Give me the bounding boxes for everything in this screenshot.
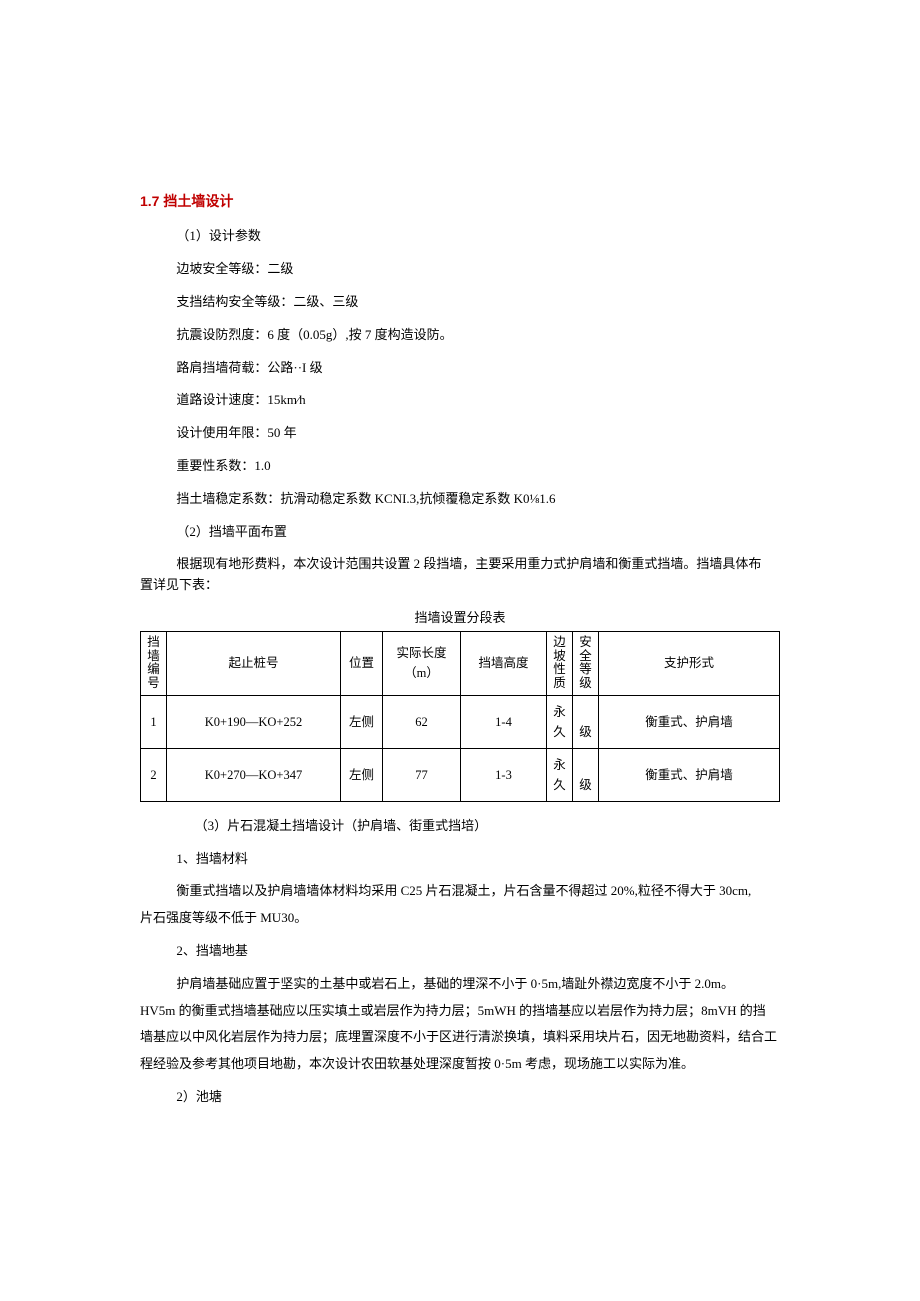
cell-pile: K0+270—KO+347 xyxy=(167,748,341,801)
th-height: 挡墙高度 xyxy=(461,631,547,695)
param-line: 设计使用年限：50 年 xyxy=(140,423,780,444)
param-line: 重要性系数：1.0 xyxy=(140,456,780,477)
foundation-b: HV5m 的衡重式挡墙基础应以压实填土或岩层作为持力层；5mWH 的挡墙基应以岩… xyxy=(140,1001,780,1022)
cell-pile: K0+190—KO+252 xyxy=(167,695,341,748)
section-title-text: 挡土墙设计 xyxy=(163,193,233,209)
param-line: 边坡安全等级：二级 xyxy=(140,259,780,280)
params-heading: （1）设计参数 xyxy=(140,226,780,247)
section-number: 1.7 xyxy=(140,193,159,209)
cell-num: 2 xyxy=(141,748,167,801)
table-row: 1 K0+190—KO+252 左侧 62 1-4 永久 级 衡重式、护肩墙 xyxy=(141,695,780,748)
cell-support: 衡重式、护肩墙 xyxy=(599,695,780,748)
cell-len: 77 xyxy=(383,748,461,801)
param-line: 支挡结构安全等级：二级、三级 xyxy=(140,292,780,313)
param-line: 抗震设防烈度：6 度（0.05g）,按 7 度构造设防。 xyxy=(140,325,780,346)
th-slope: 边坡性质 xyxy=(547,631,573,695)
th-safe: 安全等级 xyxy=(573,631,599,695)
table-caption: 挡墙设置分段表 xyxy=(140,608,780,629)
foundation-d: 程经验及参考其他项目地勘，本次设计农田软基处理深度暂按 0·5m 考虑，现场施工… xyxy=(140,1054,780,1075)
foundation-heading: 2、挡墙地基 xyxy=(140,941,780,962)
cell-safe: 级 xyxy=(573,748,599,801)
th-pile: 起止桩号 xyxy=(167,631,341,695)
th-support: 支护形式 xyxy=(599,631,780,695)
pond-heading: 2）池塘 xyxy=(140,1087,780,1108)
layout-heading: （2）挡墙平面布置 xyxy=(140,522,780,543)
table-row: 2 K0+270—KO+347 左侧 77 1-3 永久 级 衡重式、护肩墙 xyxy=(141,748,780,801)
cell-height: 1-3 xyxy=(461,748,547,801)
cell-len: 62 xyxy=(383,695,461,748)
th-pos: 位置 xyxy=(341,631,383,695)
cell-pos: 左侧 xyxy=(341,748,383,801)
cell-support: 衡重式、护肩墙 xyxy=(599,748,780,801)
material-a: 衡重式挡墙以及护肩墙墙体材料均采用 C25 片石混凝土，片石含量不得超过 20%… xyxy=(140,881,780,902)
table-header-row: 挡墙编号 起止桩号 位置 实际长度（m） 挡墙高度 边坡性质 安全等级 支护形式 xyxy=(141,631,780,695)
section-title: 1.7 挡土墙设计 xyxy=(140,190,780,212)
layout-intro-b: 置详见下表： xyxy=(140,575,780,596)
cell-pos: 左侧 xyxy=(341,695,383,748)
segment-table: 挡墙编号 起止桩号 位置 实际长度（m） 挡墙高度 边坡性质 安全等级 支护形式… xyxy=(140,631,780,802)
th-len: 实际长度（m） xyxy=(383,631,461,695)
param-line: 道路设计速度：15km⁄h xyxy=(140,390,780,411)
cell-safe: 级 xyxy=(573,695,599,748)
material-heading: 1、挡墙材料 xyxy=(140,849,780,870)
layout-intro-a: 根据现有地形费料，本次设计范围共设置 2 段挡墙，主要采用重力式护肩墙和衡重式挡… xyxy=(140,554,780,575)
cell-num: 1 xyxy=(141,695,167,748)
param-line: 挡土墙稳定系数：抗滑动稳定系数 KCNI.3,抗倾覆稳定系数 K0⅛1.6 xyxy=(140,489,780,510)
material-b: 片石强度等级不低于 MU30。 xyxy=(140,908,780,929)
foundation-a: 护肩墙基础应置于坚实的土基中或岩石上，基础的埋深不小于 0·5m,墙趾外襟边宽度… xyxy=(140,974,780,995)
param-line: 路肩挡墙荷载：公路··I 级 xyxy=(140,358,780,379)
cell-slope: 永久 xyxy=(547,695,573,748)
th-num: 挡墙编号 xyxy=(141,631,167,695)
foundation-c: 墙基应以中风化岩层作为持力层；底埋置深度不小于区进行清淤换填，填料采用块片石，因… xyxy=(140,1027,780,1048)
design-heading: （3）片石混凝土挡墙设计（护肩墙、街重式挡培） xyxy=(140,816,780,837)
cell-slope: 永久 xyxy=(547,748,573,801)
cell-height: 1-4 xyxy=(461,695,547,748)
